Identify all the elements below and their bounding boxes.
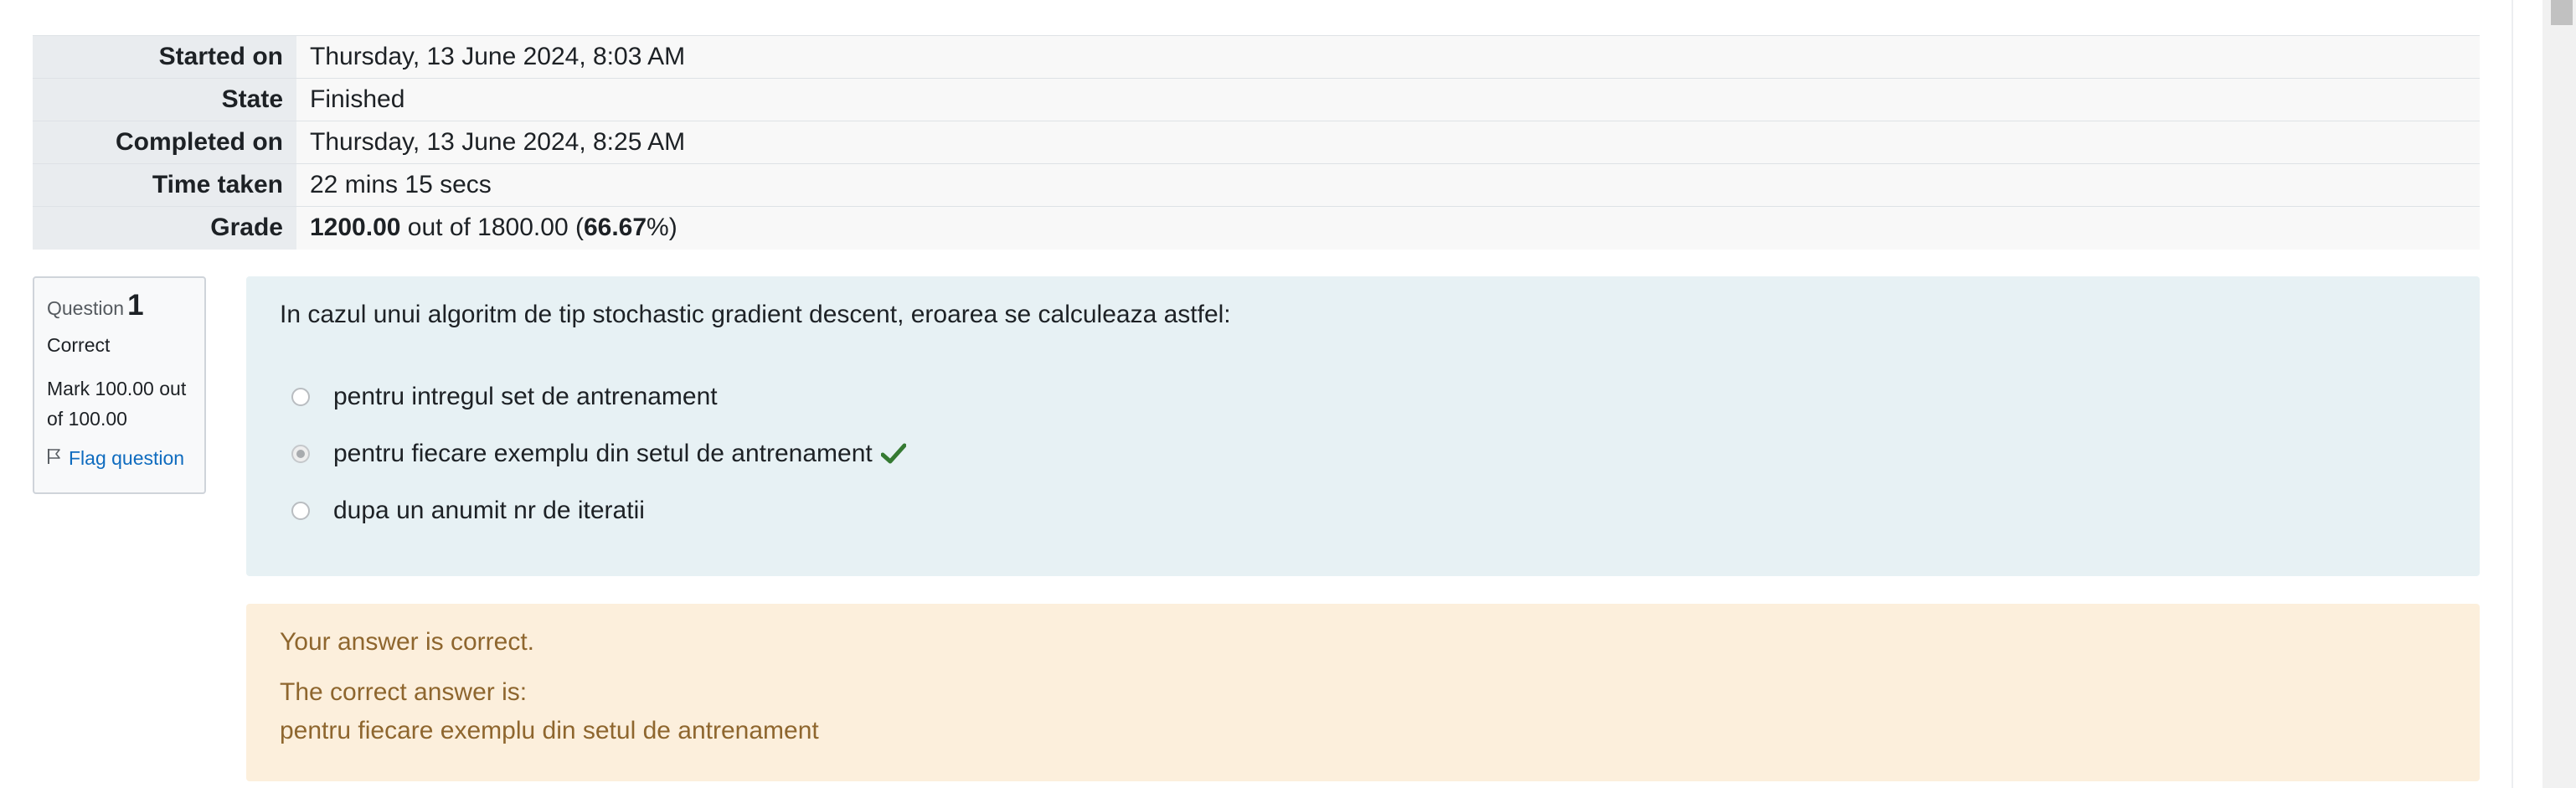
answer-radio[interactable] <box>291 388 310 406</box>
summary-row-time: Time taken 22 mins 15 secs <box>33 163 2480 207</box>
grade-score: 1200.00 <box>310 214 401 242</box>
summary-row-grade: Grade 1200.00 out of 1800.00 (66.67%) <box>33 206 2480 250</box>
question-text: In cazul unui algoritm de tip stochastic… <box>280 301 1231 328</box>
answer-radio-selected[interactable] <box>291 445 310 463</box>
page-border <box>2512 0 2513 788</box>
answer-radio[interactable] <box>291 502 310 520</box>
summary-row-completed: Completed on Thursday, 13 June 2024, 8:2… <box>33 121 2480 164</box>
summary-label: Time taken <box>33 163 296 207</box>
summary-value: 22 mins 15 secs <box>296 163 2480 207</box>
summary-label: Completed on <box>33 121 296 164</box>
answer-option-3[interactable]: dupa un anumit nr de iteratii <box>280 494 645 528</box>
question-number: Question 1 <box>47 290 192 322</box>
summary-value: Finished <box>296 78 2480 121</box>
quiz-review-page: Started on Thursday, 13 June 2024, 8:03 … <box>0 0 2576 788</box>
flag-question-label: Flag question <box>69 447 185 469</box>
flag-icon <box>47 446 69 471</box>
check-icon <box>880 443 906 465</box>
summary-row-state: State Finished <box>33 78 2480 121</box>
right-answer: pentru fiecare exemplu din setul de antr… <box>280 717 819 744</box>
feedback-specific: Your answer is correct. <box>280 628 535 656</box>
answer-option-1[interactable]: pentru intregul set de antrenament <box>280 380 718 414</box>
summary-label: Started on <box>33 35 296 79</box>
question-state: Correct <box>47 334 111 356</box>
flag-question-link[interactable]: Flag question <box>47 446 192 471</box>
question-formulation: In cazul unui algoritm de tip stochastic… <box>246 276 2480 576</box>
grade-out-of: out of 1800.00 ( <box>400 214 584 242</box>
attempt-summary-table: Started on Thursday, 13 June 2024, 8:03 … <box>33 35 2480 250</box>
answer-option-2[interactable]: pentru fiecare exemplu din setul de antr… <box>280 437 906 471</box>
answer-label: pentru intregul set de antrenament <box>333 383 718 410</box>
summary-row-started: Started on Thursday, 13 June 2024, 8:03 … <box>33 35 2480 79</box>
scrollbar-thumb[interactable] <box>2551 0 2573 25</box>
question-mark: Mark 100.00 out of 100.00 <box>47 378 187 430</box>
summary-value: Thursday, 13 June 2024, 8:25 AM <box>296 121 2480 164</box>
summary-label: State <box>33 78 296 121</box>
question-number-value: 1 <box>127 289 144 322</box>
answer-label: dupa un anumit nr de iteratii <box>333 497 645 524</box>
scrollbar-track[interactable] <box>2543 0 2576 788</box>
question-number-label: Question <box>47 297 125 319</box>
summary-value: 1200.00 out of 1800.00 (66.67%) <box>296 206 2480 250</box>
answer-label: pentru fiecare exemplu din setul de antr… <box>333 440 873 467</box>
question-info-box: Question 1 Correct Mark 100.00 out of 100… <box>33 276 206 494</box>
summary-label: Grade <box>33 206 296 250</box>
grade-percent: 66.67 <box>583 214 647 242</box>
summary-value: Thursday, 13 June 2024, 8:03 AM <box>296 35 2480 79</box>
feedback-box: Your answer is correct. The correct answ… <box>246 604 2480 781</box>
grade-close: %) <box>647 214 677 242</box>
right-answer-intro: The correct answer is: <box>280 678 528 706</box>
